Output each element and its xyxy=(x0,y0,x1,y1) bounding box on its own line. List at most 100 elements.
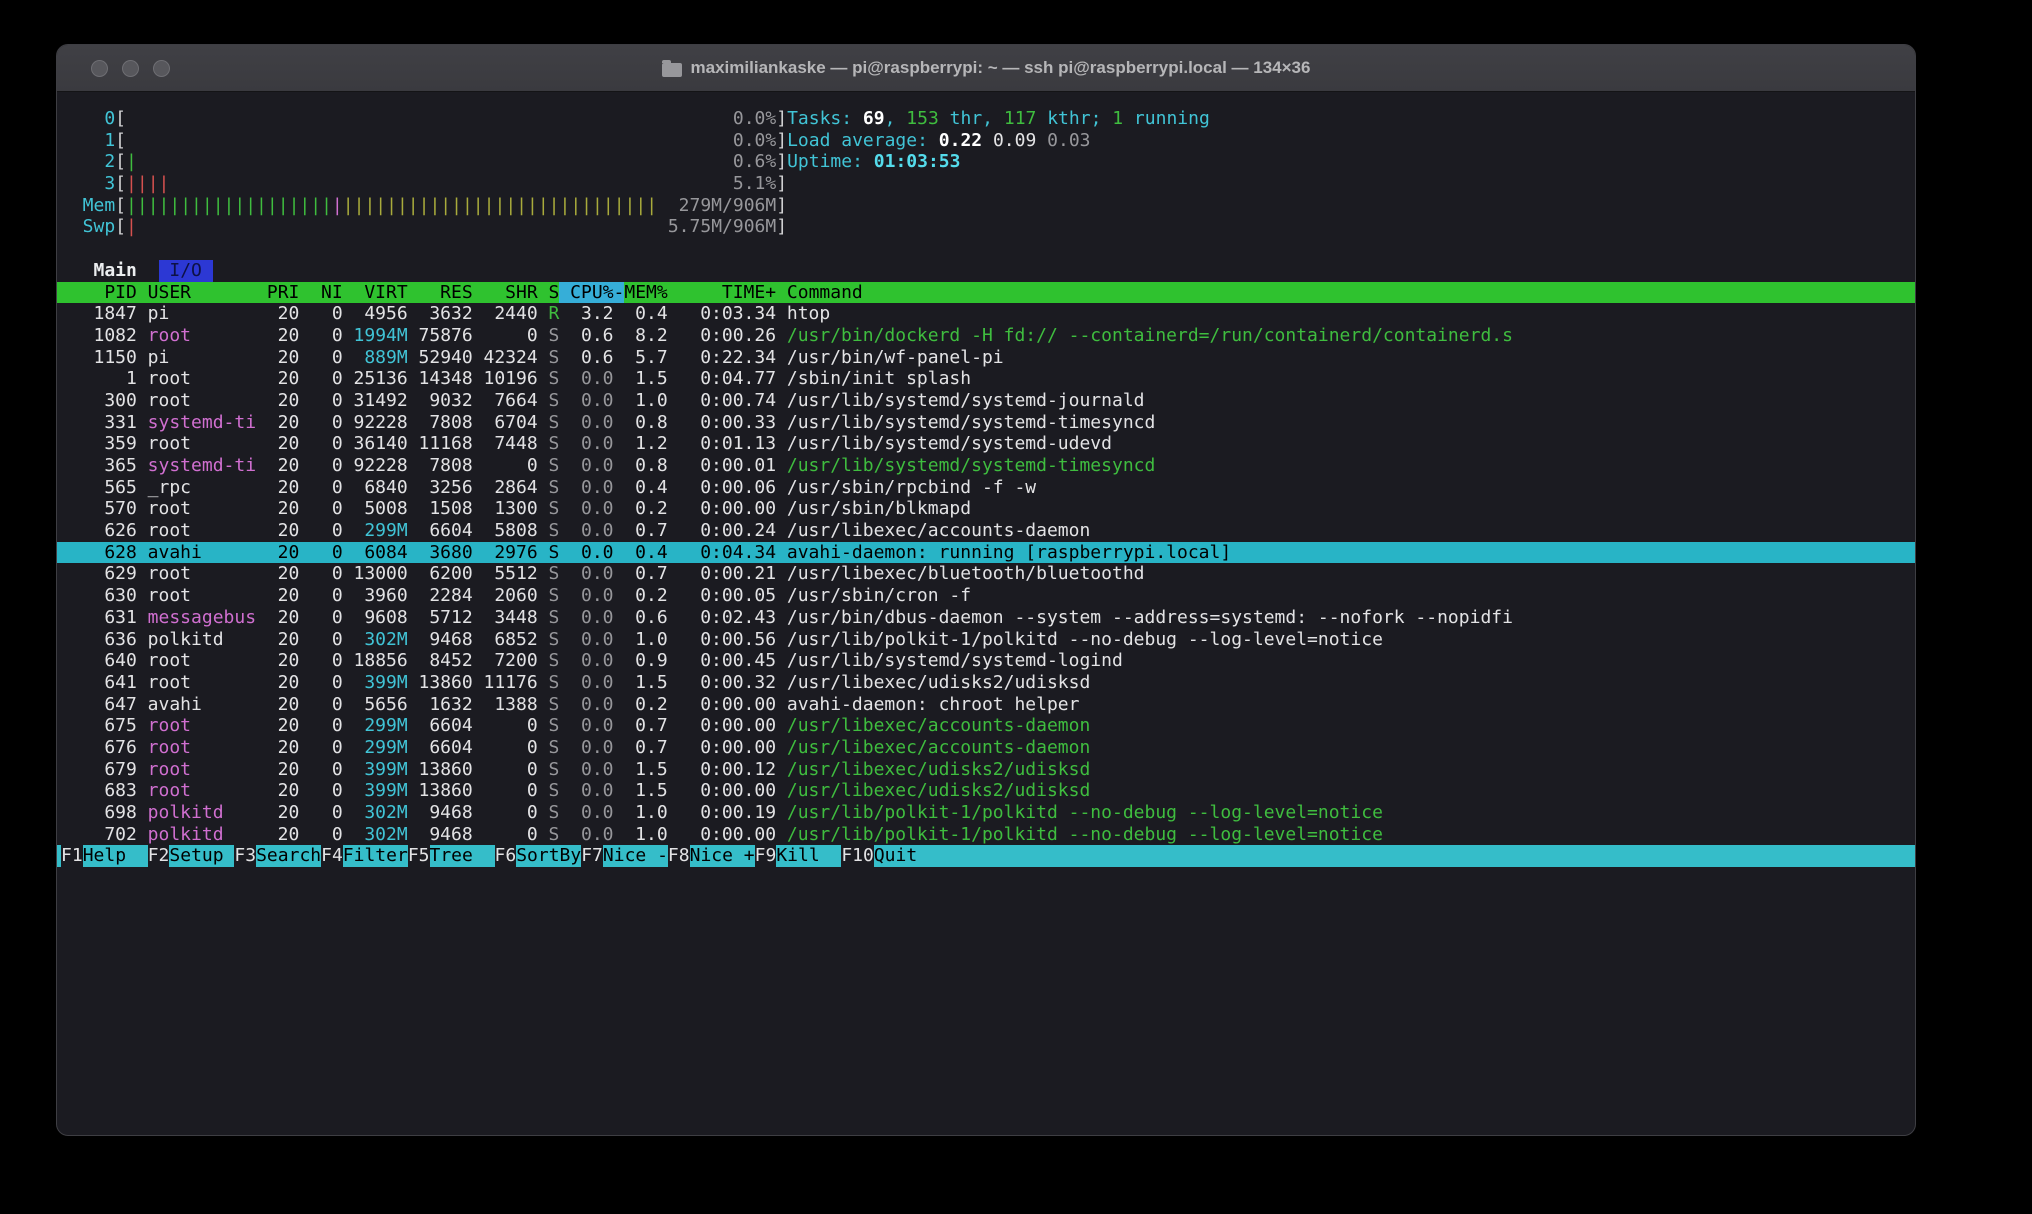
zoom-button[interactable] xyxy=(153,60,170,77)
process-row-630[interactable]: 630 root 20 0 3960 2284 2060 S 0.0 0.2 0… xyxy=(57,585,1915,607)
cpu-2-meter: 2[|0.6%]Uptime: 01:03:53 xyxy=(57,151,1915,173)
process-row-698[interactable]: 698 polkitd 20 0 302M 9468 0 S 0.0 1.0 0… xyxy=(57,802,1915,824)
column-header-mem[interactable]: MEM% xyxy=(624,282,667,304)
cell-user: root xyxy=(148,325,256,347)
minimize-button[interactable] xyxy=(122,60,139,77)
column-gap xyxy=(343,759,354,781)
column-gap xyxy=(776,542,787,564)
cell-shr: 2440 xyxy=(484,303,538,325)
process-row-631[interactable]: 631 messagebus 20 0 9608 5712 3448 S 0.0… xyxy=(57,607,1915,629)
cell-mem: 1.5 xyxy=(624,368,667,390)
fkey-kill[interactable]: F9Kill xyxy=(755,845,842,867)
column-header-s[interactable]: S xyxy=(549,282,560,304)
column-gap xyxy=(137,672,148,694)
cell-ni: 0 xyxy=(310,563,343,585)
column-header-virt[interactable]: VIRT xyxy=(354,282,408,304)
fkey-nice-[interactable]: F7Nice - xyxy=(581,845,668,867)
fkey-quit[interactable]: F10Quit xyxy=(841,845,939,867)
column-gap xyxy=(408,347,419,369)
column-header-command[interactable]: Command xyxy=(787,282,863,304)
cell-state: S xyxy=(549,563,560,585)
cell-shr: 0 xyxy=(484,802,538,824)
process-row-331[interactable]: 331 systemd-ti 20 0 92228 7808 6704 S 0.… xyxy=(57,412,1915,434)
process-row-570[interactable]: 570 root 20 0 5008 1508 1300 S 0.0 0.2 0… xyxy=(57,498,1915,520)
column-gap xyxy=(137,759,148,781)
column-header-user[interactable]: USER xyxy=(148,282,256,304)
column-gap xyxy=(776,390,787,412)
fkey-nice-[interactable]: F8Nice + xyxy=(668,845,755,867)
process-row-647[interactable]: 647 avahi 20 0 5656 1632 1388 S 0.0 0.2 … xyxy=(57,694,1915,716)
fkey-help[interactable]: F1Help xyxy=(61,845,148,867)
tab-io[interactable]: I/O xyxy=(159,260,213,282)
column-header-cpu-sort[interactable]: CPU%- xyxy=(559,282,624,304)
fkey-filter[interactable]: F4Filter xyxy=(321,845,408,867)
column-header-ni[interactable]: NI xyxy=(310,282,343,304)
process-row-683[interactable]: 683 root 20 0 399M 13860 0 S 0.0 1.5 0:0… xyxy=(57,780,1915,802)
column-header-pri[interactable]: PRI xyxy=(267,282,300,304)
process-row-1847[interactable]: 1847 pi 20 0 4956 3632 2440 R 3.2 0.4 0:… xyxy=(57,303,1915,325)
tab-gap xyxy=(137,260,159,282)
column-gap xyxy=(408,303,419,325)
process-row-1082[interactable]: 1082 root 20 0 1994M 75876 0 S 0.6 8.2 0… xyxy=(57,325,1915,347)
column-gap xyxy=(559,629,570,651)
cell-pid: 1150 xyxy=(61,347,137,369)
process-row-1150[interactable]: 1150 pi 20 0 889M 52940 42324 S 0.6 5.7 … xyxy=(57,347,1915,369)
process-row-628[interactable]: 628 avahi 20 0 6084 3680 2976 S 0.0 0.4 … xyxy=(57,542,1915,564)
cell-virt: 299M xyxy=(354,737,408,759)
meter-segment-yellow: ||||||||||||||||||||||||||||| xyxy=(343,195,657,216)
tab-main[interactable]: Main xyxy=(94,260,137,282)
fkey-label: Help xyxy=(83,845,148,867)
cell-pri: 20 xyxy=(267,629,300,651)
process-row-679[interactable]: 679 root 20 0 399M 13860 0 S 0.0 1.5 0:0… xyxy=(57,759,1915,781)
process-row-636[interactable]: 636 polkitd 20 0 302M 9468 6852 S 0.0 1.… xyxy=(57,629,1915,651)
fkey-setup[interactable]: F2Setup xyxy=(148,845,235,867)
column-gap xyxy=(614,368,625,390)
tasks-summary-part: kthr xyxy=(1036,108,1090,130)
process-row-676[interactable]: 676 root 20 0 299M 6604 0 S 0.0 0.7 0:00… xyxy=(57,737,1915,759)
cell-res: 14348 xyxy=(419,368,473,390)
process-row-359[interactable]: 359 root 20 0 36140 11168 7448 S 0.0 1.2… xyxy=(57,433,1915,455)
fkey-label: Filter xyxy=(343,845,408,867)
meter-close-bracket: ] xyxy=(776,108,787,130)
column-gap xyxy=(776,563,787,585)
column-gap xyxy=(137,824,148,846)
cell-cpu: 0.6 xyxy=(570,325,613,347)
column-gap xyxy=(473,433,484,455)
process-row-641[interactable]: 641 root 20 0 399M 13860 11176 S 0.0 1.5… xyxy=(57,672,1915,694)
cell-state: S xyxy=(549,715,560,737)
meter-value: 0.0% xyxy=(733,108,776,130)
column-gap xyxy=(538,412,549,434)
close-button[interactable] xyxy=(91,60,108,77)
column-header-pid[interactable]: PID xyxy=(61,282,137,304)
column-gap xyxy=(343,802,354,824)
fkey-sortby[interactable]: F6SortBy xyxy=(495,845,582,867)
process-row-629[interactable]: 629 root 20 0 13000 6200 5512 S 0.0 0.7 … xyxy=(57,563,1915,585)
meter-open-bracket: [ xyxy=(115,216,126,238)
process-row-1[interactable]: 1 root 20 0 25136 14348 10196 S 0.0 1.5 … xyxy=(57,368,1915,390)
process-row-300[interactable]: 300 root 20 0 31492 9032 7664 S 0.0 1.0 … xyxy=(57,390,1915,412)
column-header-time[interactable]: TIME+ xyxy=(679,282,777,304)
process-row-626[interactable]: 626 root 20 0 299M 6604 5808 S 0.0 0.7 0… xyxy=(57,520,1915,542)
process-row-565[interactable]: 565 _rpc 20 0 6840 3256 2864 S 0.0 0.4 0… xyxy=(57,477,1915,499)
column-gap xyxy=(408,433,419,455)
process-row-675[interactable]: 675 root 20 0 299M 6604 0 S 0.0 0.7 0:00… xyxy=(57,715,1915,737)
column-gap xyxy=(538,694,549,716)
column-header-shr[interactable]: SHR xyxy=(484,282,538,304)
column-gap xyxy=(408,585,419,607)
cell-cpu: 0.0 xyxy=(570,368,613,390)
fkey-search[interactable]: F3Search xyxy=(234,845,321,867)
process-row-365[interactable]: 365 systemd-ti 20 0 92228 7808 0 S 0.0 0… xyxy=(57,455,1915,477)
column-header-res[interactable]: RES xyxy=(419,282,473,304)
cell-shr: 5512 xyxy=(484,563,538,585)
cell-pid: 565 xyxy=(61,477,137,499)
cell-mem: 1.0 xyxy=(624,824,667,846)
fkey-tree[interactable]: F5Tree xyxy=(408,845,495,867)
process-row-702[interactable]: 702 polkitd 20 0 302M 9468 0 S 0.0 1.0 0… xyxy=(57,824,1915,846)
cell-command: /usr/libexec/accounts-daemon xyxy=(787,520,1090,542)
fkey-number: F7 xyxy=(581,845,603,867)
cell-time: 0:00.12 xyxy=(679,759,777,781)
process-row-640[interactable]: 640 root 20 0 18856 8452 7200 S 0.0 0.9 … xyxy=(57,650,1915,672)
column-gap xyxy=(559,520,570,542)
column-gap xyxy=(538,282,549,304)
window-titlebar[interactable]: maximiliankaske — pi@raspberrypi: ~ — ss… xyxy=(57,45,1915,92)
